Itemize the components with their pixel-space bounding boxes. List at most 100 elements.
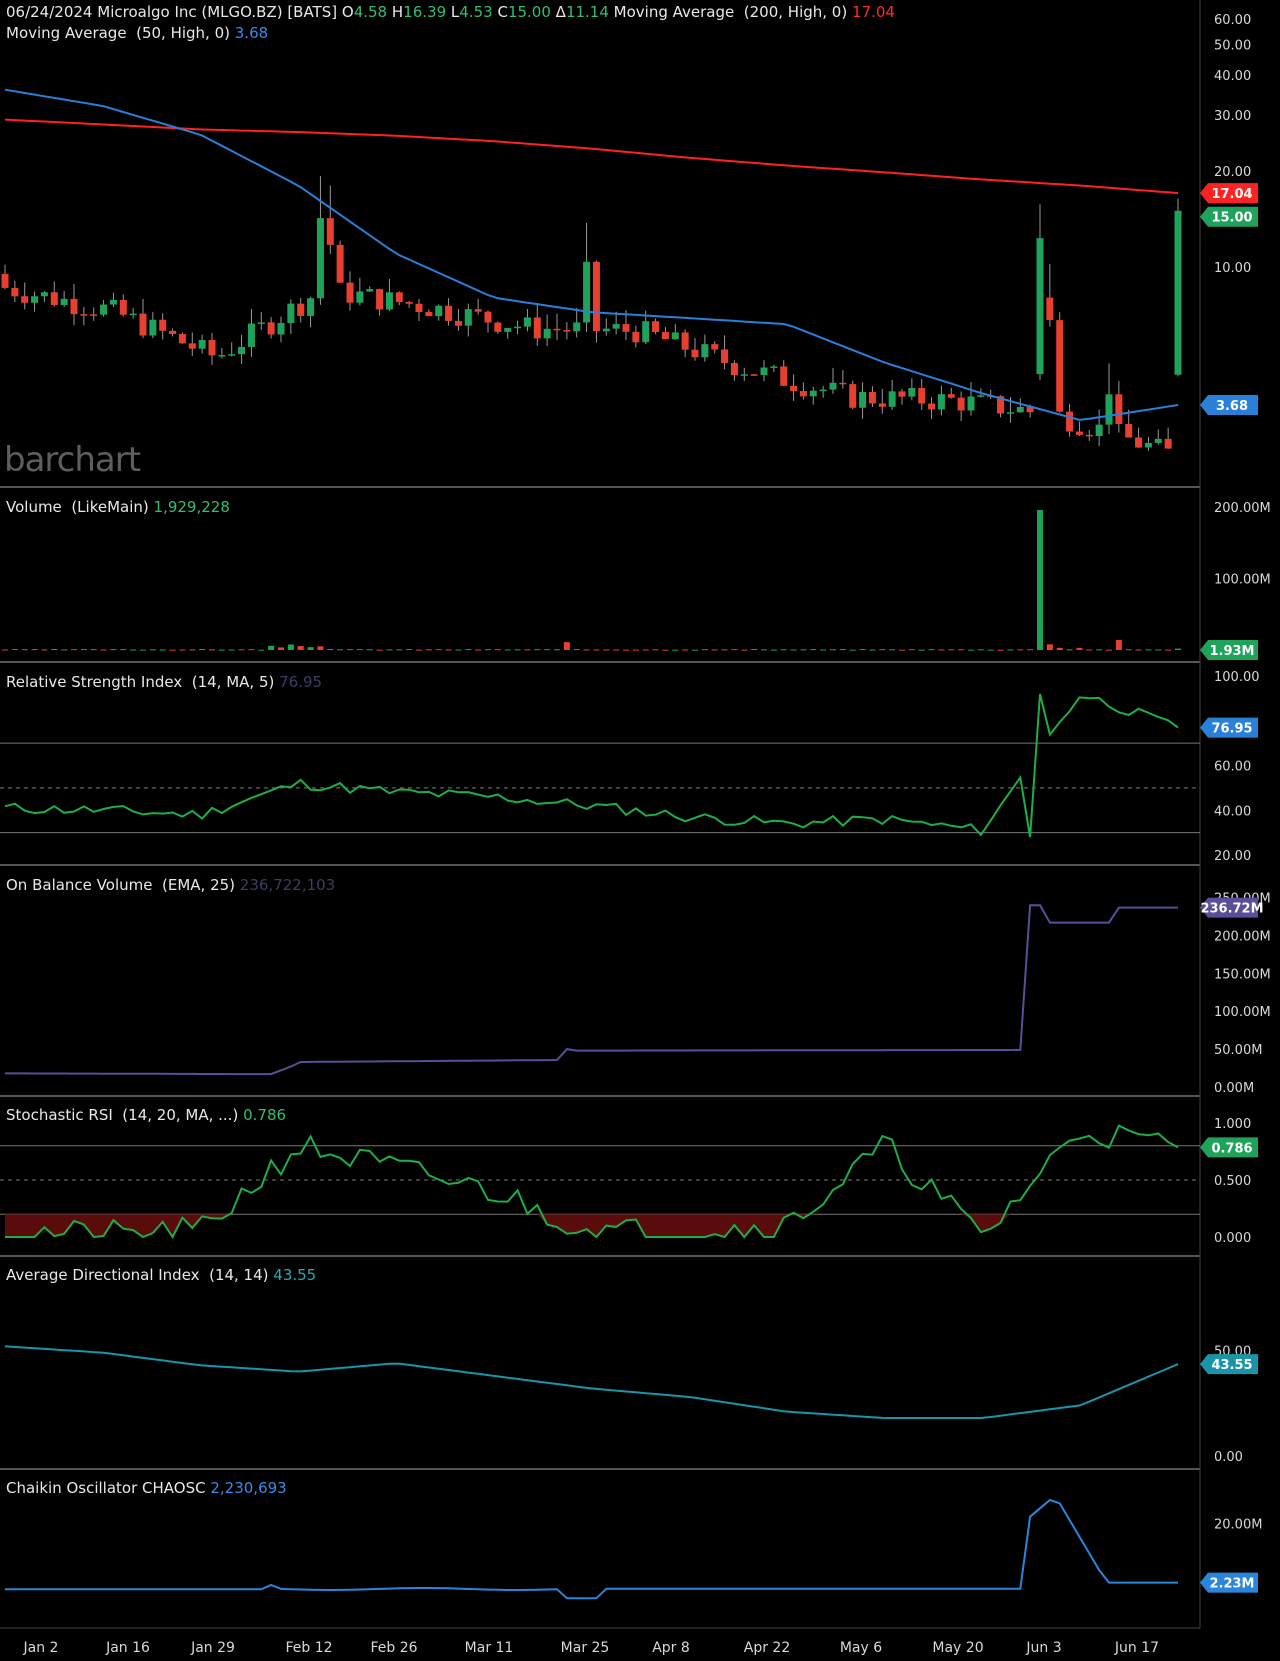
volume-bar bbox=[317, 646, 324, 650]
chaikin-line bbox=[5, 1498, 1178, 1600]
ma50-line bbox=[4, 88, 1179, 421]
volume-bar bbox=[938, 649, 945, 651]
volume-bar bbox=[731, 649, 738, 651]
volume-bar bbox=[435, 649, 442, 651]
volume-bar bbox=[1046, 644, 1053, 650]
rsi-line bbox=[4, 693, 1179, 838]
candle-body bbox=[316, 218, 324, 299]
candle-body bbox=[750, 374, 758, 376]
volume-bar bbox=[199, 649, 206, 651]
candle-body bbox=[1075, 431, 1083, 435]
candle-body bbox=[671, 332, 679, 340]
candle-body bbox=[346, 282, 354, 303]
candle-body bbox=[297, 303, 305, 316]
price-tick-label: 50.00 bbox=[1214, 38, 1251, 53]
candle-body bbox=[385, 292, 393, 310]
volume-bar bbox=[711, 649, 718, 651]
volume-bar bbox=[603, 649, 610, 651]
volume-bar bbox=[307, 647, 314, 650]
candle-body bbox=[839, 382, 847, 385]
volume-bar bbox=[159, 649, 166, 651]
x-tick-label: Jan 29 bbox=[190, 1640, 235, 1656]
candle-body bbox=[356, 291, 364, 303]
candle-body bbox=[1125, 423, 1133, 438]
price-tick-label: 40.00 bbox=[1214, 69, 1251, 84]
candle-body bbox=[21, 296, 29, 303]
x-tick-label: Feb 12 bbox=[285, 1640, 332, 1656]
candle-body bbox=[967, 396, 975, 411]
volume-bar bbox=[997, 649, 1004, 651]
candle-body bbox=[809, 390, 817, 397]
stochrsi-tick-label: 1.000 bbox=[1214, 1117, 1251, 1132]
rsi-tick-label: 100.00 bbox=[1214, 670, 1260, 685]
volume-bar bbox=[820, 649, 827, 651]
candle-body bbox=[238, 346, 246, 355]
x-tick-label: Jan 2 bbox=[23, 1640, 59, 1656]
volume-bar bbox=[238, 649, 245, 651]
candle-body bbox=[198, 339, 206, 349]
candle-body bbox=[129, 313, 137, 316]
stochrsi-tick-label: 0.000 bbox=[1214, 1231, 1251, 1246]
rsi-tick-label: 20.00 bbox=[1214, 849, 1251, 864]
volume-bar bbox=[140, 649, 146, 651]
volume-bar bbox=[366, 649, 373, 651]
candle-body bbox=[464, 309, 472, 326]
volume-bar bbox=[1106, 649, 1112, 651]
candle-body bbox=[139, 313, 147, 336]
volume-bar bbox=[386, 649, 393, 651]
candle-body bbox=[50, 292, 58, 305]
candle-body bbox=[287, 303, 295, 324]
volume-bar bbox=[642, 649, 649, 651]
candle-body bbox=[395, 292, 403, 303]
volume-bar bbox=[1086, 649, 1093, 651]
x-tick-label: Mar 11 bbox=[465, 1640, 514, 1656]
volume-bar bbox=[1096, 649, 1103, 651]
volume-bar bbox=[287, 644, 294, 650]
volume-bar bbox=[987, 649, 994, 651]
ma200-badge: 17.04 bbox=[1200, 183, 1258, 204]
candle-body-last bbox=[1174, 210, 1182, 375]
candle-body bbox=[760, 367, 768, 375]
candle-body bbox=[376, 289, 384, 310]
candle-body bbox=[208, 339, 216, 356]
candle-body bbox=[602, 328, 610, 332]
volume-bar bbox=[908, 649, 915, 651]
x-tick-label: Jun 17 bbox=[1114, 1640, 1159, 1656]
candle-body bbox=[799, 391, 807, 397]
price-tick-label: 60.00 bbox=[1214, 13, 1251, 28]
candle-body bbox=[592, 261, 600, 332]
candle-body bbox=[543, 328, 551, 339]
candle-body bbox=[445, 305, 453, 321]
candle-body bbox=[178, 333, 186, 344]
volume-bar bbox=[958, 649, 965, 651]
candle-body bbox=[533, 317, 541, 339]
candle-body bbox=[109, 299, 117, 305]
volume-bar bbox=[1175, 648, 1181, 650]
rsi-tick-label: 40.00 bbox=[1214, 804, 1251, 819]
candle-body bbox=[622, 324, 630, 332]
volume-bar bbox=[839, 649, 846, 651]
volume-bar bbox=[751, 649, 758, 651]
candle-body bbox=[31, 296, 39, 303]
candle-body bbox=[484, 311, 492, 323]
candle-body bbox=[721, 349, 729, 364]
axis-layer: Jan 2 Jan 16 Jan 29 Feb 12 Feb 26 Mar 11 Mar 2… bbox=[23, 13, 1271, 1656]
obv-tick-label: 100.00M bbox=[1214, 1005, 1271, 1020]
volume-bar bbox=[1135, 649, 1142, 651]
chaikin-badge: 2.23M bbox=[1200, 1572, 1258, 1593]
volume-bar bbox=[347, 649, 353, 651]
volume-bar bbox=[268, 645, 275, 650]
candle-body bbox=[740, 374, 748, 376]
grid-layer bbox=[0, 0, 1201, 1629]
candle-body bbox=[326, 218, 334, 245]
chart-canvas[interactable]: Jan 2 Jan 16 Jan 29 Feb 12 Feb 26 Mar 11 Mar 2… bbox=[0, 0, 1280, 1661]
svg-text:15.00: 15.00 bbox=[1211, 211, 1252, 226]
price-tick-label: 20.00 bbox=[1214, 165, 1251, 180]
candle-body bbox=[1016, 407, 1024, 413]
volume-bar bbox=[780, 649, 787, 651]
volume-bar bbox=[701, 649, 708, 651]
volume-bar bbox=[672, 649, 679, 651]
volume-badge: 1.93M bbox=[1200, 640, 1258, 660]
volume-bar bbox=[376, 649, 383, 651]
candle-body bbox=[730, 363, 738, 376]
